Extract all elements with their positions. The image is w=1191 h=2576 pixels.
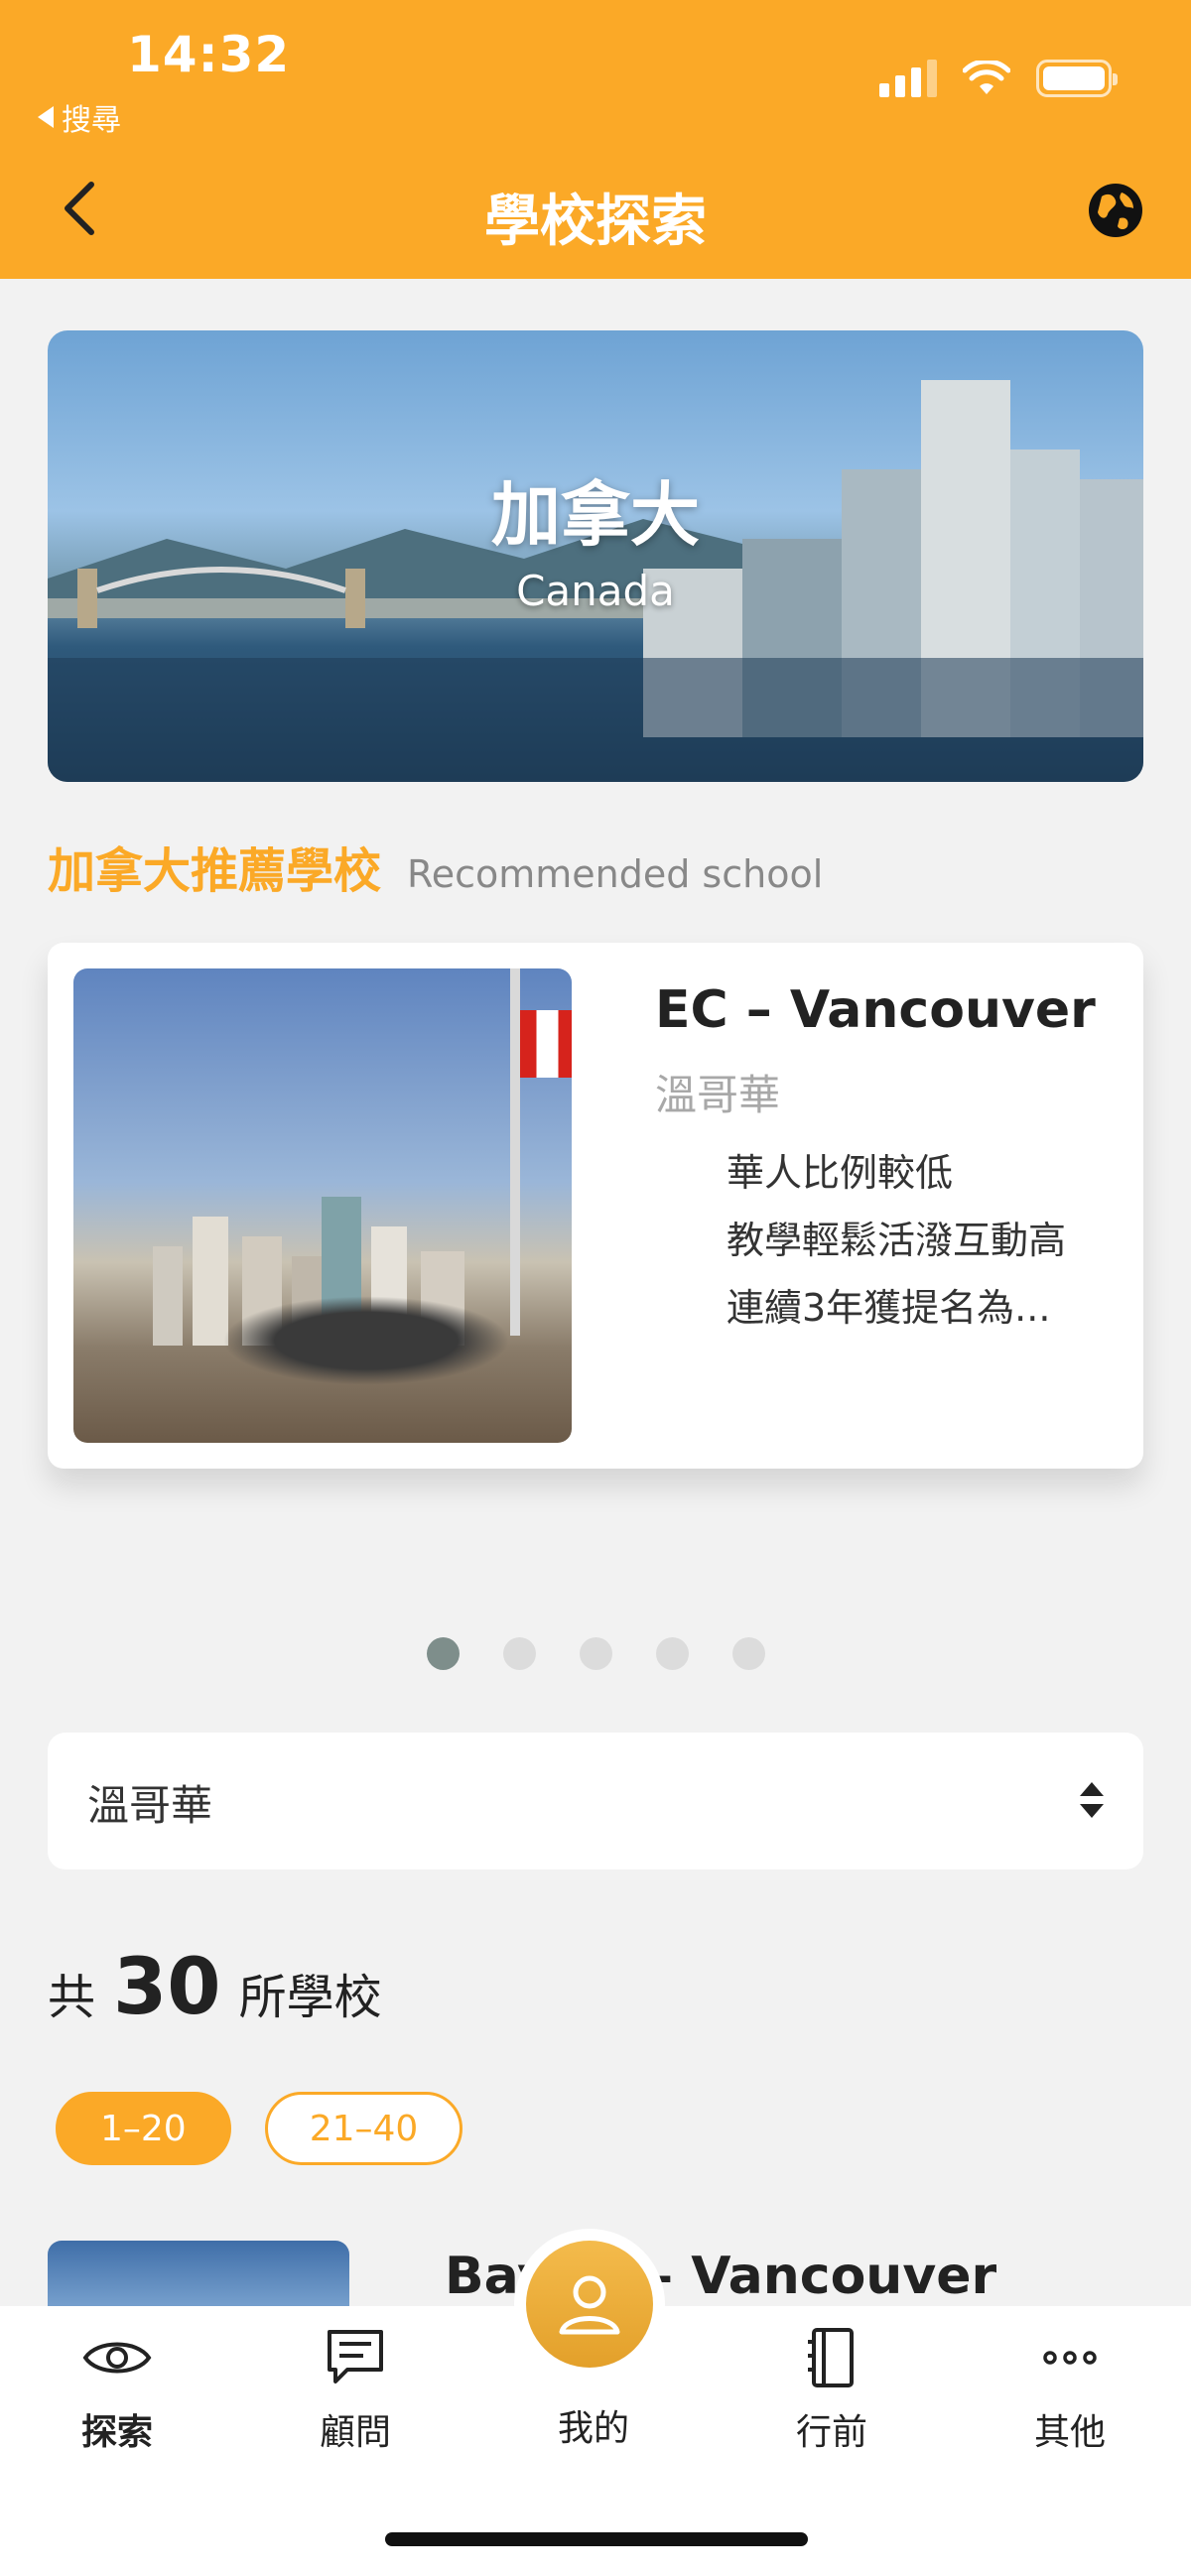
school-photo <box>73 968 572 1443</box>
city-select-value: 溫哥華 <box>87 1781 213 1830</box>
students-group <box>222 1296 510 1385</box>
tab-explore[interactable]: 探索 <box>38 2326 197 2455</box>
banner-title-en: Canada <box>516 567 675 615</box>
profile-button-circle <box>526 2241 653 2368</box>
cellular-signal-icon <box>879 60 937 97</box>
feature-item: 教學輕鬆活潑互動高 <box>727 1219 1067 1262</box>
tab-label: 顧問 <box>319 2412 391 2453</box>
count-prefix: 共 <box>48 1970 96 2025</box>
tab-pre-departure[interactable]: 行前 <box>752 2326 911 2455</box>
section-title-en: Recommended school <box>407 852 824 896</box>
sort-updown-icon <box>1080 1782 1104 1818</box>
feature-item: 華人比例較低 <box>727 1151 954 1195</box>
count-suffix: 所學校 <box>238 1970 382 2025</box>
school-count: 共 30 所學校 <box>48 1943 382 2032</box>
pager-dot-3[interactable] <box>580 1637 612 1670</box>
tab-profile-button[interactable] <box>514 2229 665 2380</box>
back-to-app-link[interactable]: 搜尋 <box>38 95 121 139</box>
header-bar: 14:32 搜尋 學校探索 <box>0 0 1191 279</box>
page-chip-21-40[interactable]: 21–40 <box>264 2092 463 2165</box>
school-list-thumbnail[interactable] <box>48 2241 349 2310</box>
canada-flag-icon <box>520 1010 572 1078</box>
tab-consultant[interactable]: 顧問 <box>276 2326 435 2455</box>
tab-label: 其他 <box>1033 2412 1106 2453</box>
page-title: 學校探索 <box>484 190 707 254</box>
battery-icon <box>1036 60 1118 97</box>
globe-icon[interactable] <box>1088 183 1143 238</box>
user-icon <box>559 2275 620 2335</box>
pager-dot-1[interactable] <box>427 1637 460 1670</box>
tab-label: 行前 <box>795 2412 867 2453</box>
banner-title-cn: 加拿大 <box>491 474 700 556</box>
page-chip-1-20[interactable]: 1–20 <box>56 2092 231 2165</box>
section-title-cn: 加拿大推薦學校 <box>48 843 382 899</box>
pager-dot-4[interactable] <box>656 1637 689 1670</box>
more-icon <box>1043 2351 1097 2365</box>
country-banner[interactable]: 加拿大 Canada <box>48 330 1143 782</box>
status-icons <box>879 60 1118 97</box>
status-time: 14:32 <box>127 26 291 83</box>
recommended-section-heading: 加拿大推薦學校 Recommended school <box>48 832 823 901</box>
count-number: 30 <box>113 1943 221 2032</box>
feature-item: 連續3年獲提名為... <box>727 1286 1051 1330</box>
city-select[interactable]: 溫哥華 <box>48 1733 1143 1869</box>
tab-profile-label: 我的 <box>557 2408 629 2449</box>
back-app-label: 搜尋 <box>62 103 121 138</box>
school-name: EC – Vancouver <box>655 980 1096 1040</box>
recommended-school-card[interactable]: EC – Vancouver 溫哥華 華人比例較低 教學輕鬆活潑互動高 連續3年… <box>48 943 1143 1469</box>
page-range-chips: 1–20 21–40 <box>56 2092 463 2165</box>
pager-dot-5[interactable] <box>732 1637 765 1670</box>
school-features: 華人比例較低 教學輕鬆活潑互動高 連續3年獲提名為... <box>727 1139 1066 1342</box>
wifi-icon <box>963 61 1010 94</box>
back-triangle-icon <box>38 106 54 128</box>
pager-dot-2[interactable] <box>503 1637 536 1670</box>
carousel-pager <box>427 1637 765 1670</box>
tab-more[interactable]: 其他 <box>991 2326 1149 2455</box>
home-indicator <box>385 2532 808 2546</box>
tab-label: 探索 <box>80 2412 153 2453</box>
notebook-icon <box>808 2328 854 2387</box>
flag-pole <box>510 968 520 1336</box>
eye-icon <box>82 2342 152 2374</box>
chat-icon <box>328 2330 383 2383</box>
school-city: 溫哥華 <box>655 1071 781 1119</box>
